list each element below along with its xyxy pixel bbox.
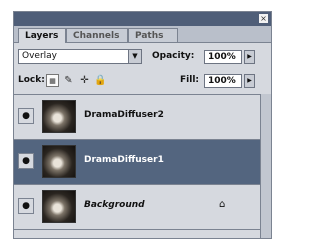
tab-layers[interactable]: Layers <box>18 28 66 43</box>
layer-thumbnail <box>42 145 76 178</box>
lock-image-icon[interactable]: ✎ <box>62 74 75 87</box>
fill-label: Fill: <box>180 75 200 85</box>
blend-mode-select[interactable]: Overlay ▼ <box>18 49 142 64</box>
tab-channels[interactable]: Channels <box>66 28 128 42</box>
layer-row-dramadiffuser2[interactable]: ● DramaDiffuser2 <box>14 95 261 140</box>
panel-tabs: Layers Channels Paths <box>14 26 271 43</box>
close-icon[interactable]: × <box>259 14 268 23</box>
blend-mode-value: Overlay <box>22 51 57 61</box>
opacity-stepper-icon[interactable]: ▶ <box>244 50 255 64</box>
fill-stepper-icon[interactable]: ▶ <box>244 74 255 88</box>
layer-list-scrollbar[interactable] <box>260 94 271 238</box>
layer-thumbnail <box>42 190 76 223</box>
layer-row-dramadiffuser1[interactable]: ● DramaDiffuser1 <box>14 140 261 185</box>
eye-icon[interactable]: ● <box>18 108 34 124</box>
fill-field[interactable]: 100% <box>204 74 242 88</box>
panel-title-bar[interactable]: × <box>14 12 271 26</box>
eye-icon[interactable]: ● <box>18 153 34 169</box>
lock-label: Lock: <box>18 75 45 85</box>
layer-lock-icon: ⌂ <box>219 199 226 210</box>
lock-all-icon[interactable]: 🔒 <box>94 74 107 87</box>
blend-opacity-row: Overlay ▼ Opacity: 100% ▶ <box>18 48 271 66</box>
layer-name: DramaDiffuser2 <box>84 110 164 120</box>
layer-row-background[interactable]: ● Background ⌂ <box>14 185 261 230</box>
chevron-down-icon[interactable]: ▼ <box>128 50 141 63</box>
layer-name: DramaDiffuser1 <box>84 155 164 165</box>
layer-thumbnail <box>42 100 76 133</box>
lock-transparency-icon[interactable]: ▦ <box>46 74 59 87</box>
tab-paths[interactable]: Paths <box>128 28 178 42</box>
opacity-label: Opacity: <box>152 51 195 61</box>
lock-fill-row: Lock: ▦ ✎ ✛ 🔒 Fill: 100% ▶ <box>18 72 271 90</box>
lock-position-icon[interactable]: ✛ <box>78 74 91 87</box>
layers-panel: × Layers Channels Paths Overlay ▼ Opacit… <box>13 11 272 239</box>
layer-list: ● DramaDiffuser2 ● DramaDiffuser1 ● Back… <box>14 94 261 238</box>
eye-icon[interactable]: ● <box>18 198 34 214</box>
opacity-field[interactable]: 100% <box>204 50 242 64</box>
layer-name: Background <box>84 200 145 210</box>
